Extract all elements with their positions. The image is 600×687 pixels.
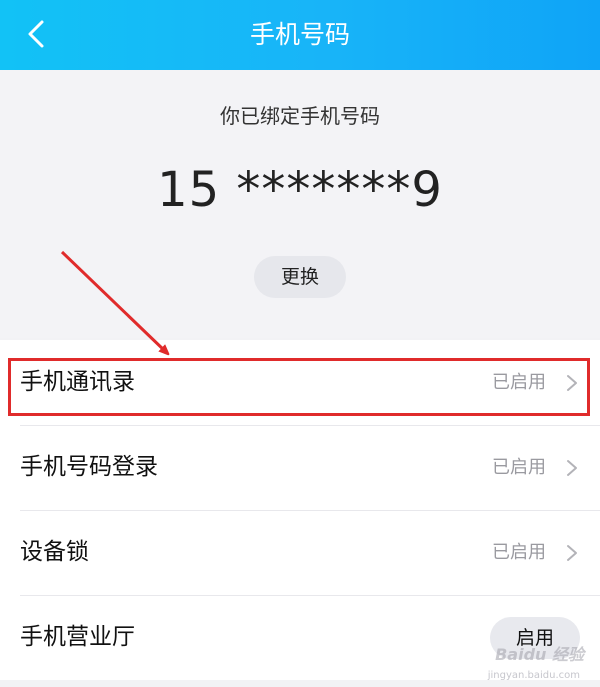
chevron-right-icon: [566, 374, 578, 392]
settings-item-status: 已启用: [492, 542, 546, 563]
watermark-brand: Baidu 经验: [495, 645, 584, 664]
settings-item-label: 设备锁: [20, 539, 89, 565]
settings-item-device-lock[interactable]: 设备锁 已启用: [0, 510, 600, 595]
phone-number-settings-screen: 手机号码 你已绑定手机号码 15 *******9 更换 手机通讯录 已启用 手…: [0, 0, 600, 687]
masked-phone-number: 15 *******9: [157, 162, 443, 218]
bottom-strip: [0, 680, 600, 687]
settings-list: 手机通讯录 已启用 手机号码登录 已启用 设备锁 已启用 手机营业厅 启用: [0, 340, 600, 680]
settings-item-label: 手机营业厅: [20, 624, 135, 650]
title-bar: 手机号码: [0, 0, 600, 70]
chevron-left-icon: [28, 20, 44, 48]
settings-item-contacts[interactable]: 手机通讯录 已启用: [0, 340, 600, 425]
chevron-right-icon: [566, 459, 578, 477]
bound-phone-label: 你已绑定手机号码: [220, 104, 380, 128]
settings-item-status: 已启用: [492, 457, 546, 478]
settings-item-phone-login[interactable]: 手机号码登录 已启用: [0, 425, 600, 510]
change-phone-button[interactable]: 更换: [254, 256, 346, 298]
chevron-right-icon: [566, 544, 578, 562]
watermark-url: jingyan.baidu.com: [487, 670, 580, 681]
settings-item-status: 已启用: [492, 372, 546, 393]
bound-phone-section: 你已绑定手机号码 15 *******9 更换: [0, 70, 600, 338]
settings-item-mobile-hall: 手机营业厅 启用: [0, 595, 600, 680]
settings-item-label: 手机号码登录: [20, 454, 158, 480]
back-button[interactable]: [18, 14, 58, 54]
page-title: 手机号码: [249, 20, 350, 49]
settings-item-label: 手机通讯录: [20, 369, 135, 395]
